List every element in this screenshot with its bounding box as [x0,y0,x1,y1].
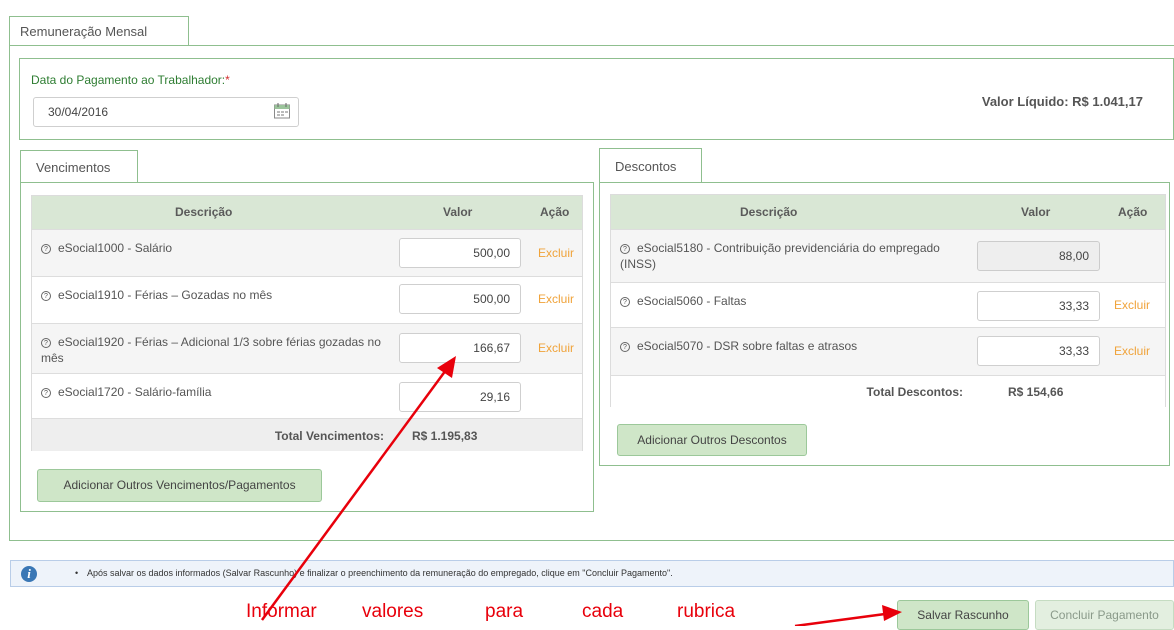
annotation-arrow-to-save [794,605,902,626]
annotation-arrow-to-input [260,356,456,621]
annotation-arrows [260,356,902,626]
